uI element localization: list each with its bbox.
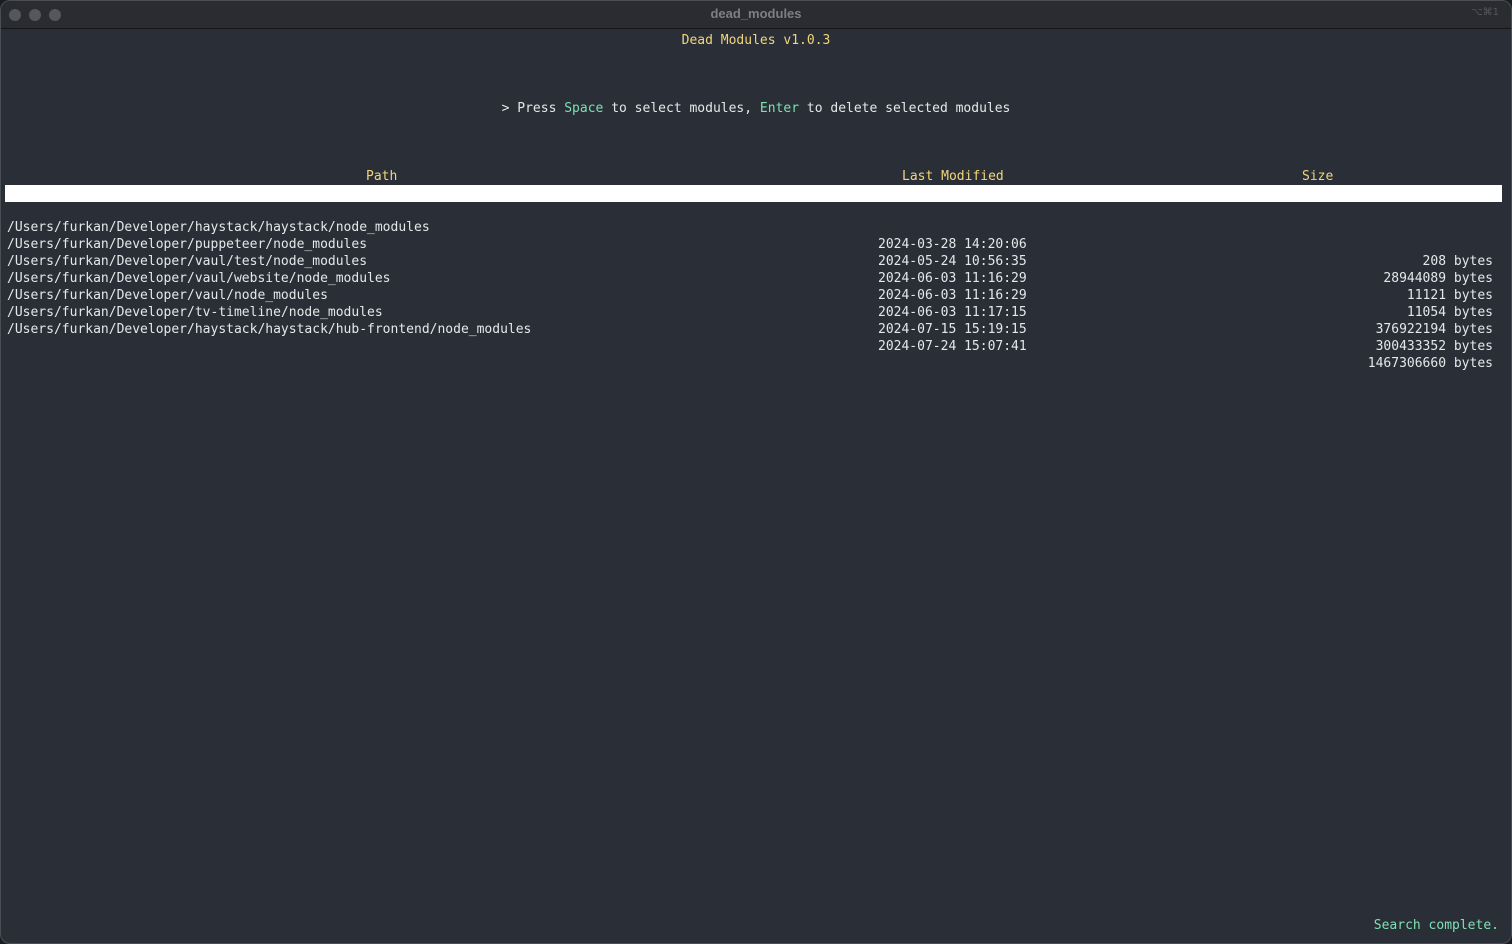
app-title: Dead Modules v1.0.3 <box>681 33 831 48</box>
row-modified: 2024-07-24 15:07:41 <box>878 339 1027 354</box>
row-modified: 2024-07-15 15:19:15 <box>878 322 1027 337</box>
table-row[interactable]: /Users/furkan/Developer/haystack/haystac… <box>5 304 1502 371</box>
space-key-hint: Space <box>564 101 604 116</box>
instructions-middle: to select modules, <box>603 101 760 116</box>
table-row[interactable]: /Users/furkan/Developer/vaul/website/nod… <box>5 253 1502 320</box>
table-row[interactable]: /Users/furkan/Developer/vaul/node_module… <box>5 270 1502 337</box>
table-row[interactable]: /Users/furkan/Developer/vaul/test/node_m… <box>5 236 1502 303</box>
row-size: 376922194 bytes <box>1375 322 1493 337</box>
instructions-prefix: > Press <box>501 101 565 116</box>
window-title: dead_modules <box>710 6 802 21</box>
column-header-size: Size <box>1302 169 1334 184</box>
row-size: 1467306660 bytes <box>1367 356 1493 371</box>
column-header-path: Path <box>366 169 398 184</box>
instructions: > Press Space to select modules, Enter t… <box>1 101 1511 116</box>
table-row[interactable]: /Users/furkan/Developer/haystack/haystac… <box>5 202 1502 269</box>
modules-table: /Users/furkan/Developer/haystack/haystac… <box>5 185 1502 371</box>
window-shortcut: ⌥⌘1 <box>1471 7 1499 18</box>
table-row[interactable]: /Users/furkan/Developer/puppeteer/node_m… <box>5 219 1502 286</box>
column-header-last-modified: Last Modified <box>902 169 1004 184</box>
table-row[interactable]: /Users/furkan/Developer/haystack/haystac… <box>5 185 1502 252</box>
instructions-suffix: to delete selected modules <box>799 101 1011 116</box>
enter-key-hint: Enter <box>759 101 800 116</box>
row-size: 300433352 bytes <box>1375 339 1493 354</box>
title-bar: dead_modules ⌥⌘1 <box>1 1 1511 29</box>
terminal-content: Dead Modules v1.0.3 > Press Space to sel… <box>1 29 1511 943</box>
row-path: /Users/furkan/Developer/haystack/haystac… <box>7 322 532 337</box>
status-message: Search complete. <box>1373 918 1499 933</box>
table-row[interactable]: /Users/furkan/Developer/tv-timeline/node… <box>5 287 1502 354</box>
terminal-window: dead_modules ⌥⌘1 Dead Modules v1.0.3 > P… <box>0 0 1512 944</box>
